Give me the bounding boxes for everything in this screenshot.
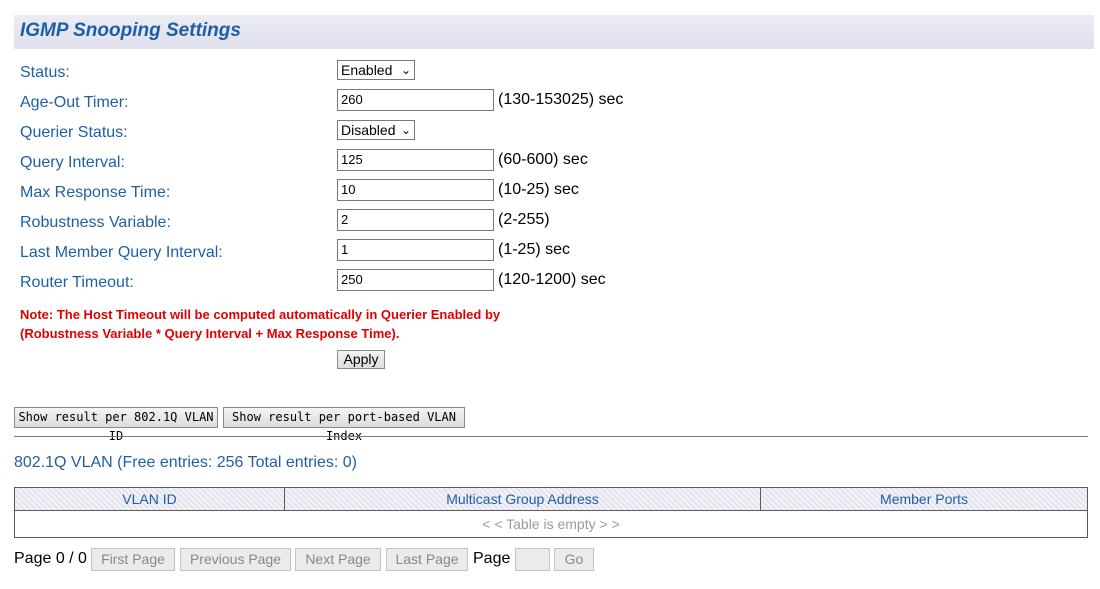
status-select[interactable]: Enabled ⌄ bbox=[337, 60, 415, 80]
multicast-table: VLAN ID Multicast Group Address Member P… bbox=[14, 487, 1088, 538]
age-out-hint: (130-153025) sec bbox=[498, 91, 624, 108]
last-member-input[interactable]: 1 bbox=[337, 239, 494, 261]
max-response-label: Max Response Time: bbox=[20, 184, 171, 201]
router-timeout-label: Router Timeout: bbox=[20, 274, 134, 291]
query-interval-hint: (60-600) sec bbox=[498, 151, 588, 168]
page-status: Page 0 / 0 bbox=[14, 550, 87, 567]
last-member-label: Last Member Query Interval: bbox=[20, 244, 223, 261]
status-label: Status: bbox=[20, 64, 70, 81]
last-member-hint: (1-25) sec bbox=[498, 241, 571, 258]
querier-select-value: Disabled bbox=[341, 122, 396, 138]
robustness-label: Robustness Variable: bbox=[20, 214, 171, 231]
page-title: IGMP Snooping Settings bbox=[20, 20, 241, 41]
query-interval-input[interactable]: 125 bbox=[337, 149, 494, 171]
previous-page-button[interactable]: Previous Page bbox=[180, 548, 291, 571]
chevron-down-icon: ⌄ bbox=[400, 123, 411, 137]
querier-status-label: Querier Status: bbox=[20, 124, 128, 141]
show-per-port-button[interactable]: Show result per port-based VLAN Index bbox=[223, 407, 465, 443]
title-bar: IGMP Snooping Settings bbox=[14, 15, 1094, 49]
max-response-input[interactable]: 10 bbox=[337, 179, 494, 201]
note-line-1: Note: The Host Timeout will be computed … bbox=[20, 307, 501, 322]
first-page-button[interactable]: First Page bbox=[91, 548, 175, 571]
robustness-input[interactable]: 2 bbox=[337, 209, 494, 231]
vlan-heading: 802.1Q VLAN (Free entries: 256 Total ent… bbox=[14, 454, 357, 471]
router-timeout-hint: (120-1200) sec bbox=[498, 271, 606, 288]
page-number-input[interactable] bbox=[515, 548, 550, 571]
query-interval-label: Query Interval: bbox=[20, 154, 125, 171]
column-member-ports: Member Ports bbox=[760, 487, 1088, 511]
table-row: < < Table is empty > > bbox=[14, 510, 1088, 538]
table-empty-message: < < Table is empty > > bbox=[14, 510, 1088, 538]
divider bbox=[14, 436, 1088, 437]
router-timeout-input[interactable]: 250 bbox=[337, 269, 494, 291]
note-line-2: (Robustness Variable * Query Interval + … bbox=[20, 326, 400, 341]
apply-button[interactable]: Apply bbox=[337, 350, 385, 369]
show-per-vlan-button[interactable]: Show result per 802.1Q VLAN ID bbox=[14, 407, 218, 443]
go-button[interactable]: Go bbox=[554, 548, 594, 571]
column-multicast-group: Multicast Group Address bbox=[284, 487, 761, 511]
table-header-row: VLAN ID Multicast Group Address Member P… bbox=[14, 487, 1088, 511]
max-response-hint: (10-25) sec bbox=[498, 181, 579, 198]
querier-status-select[interactable]: Disabled ⌄ bbox=[337, 120, 415, 140]
page-label: Page bbox=[473, 550, 511, 567]
robustness-hint: (2-255) bbox=[498, 211, 550, 228]
age-out-label: Age-Out Timer: bbox=[20, 94, 129, 111]
last-page-button[interactable]: Last Page bbox=[386, 548, 468, 571]
age-out-input[interactable]: 260 bbox=[337, 89, 494, 111]
next-page-button[interactable]: Next Page bbox=[295, 548, 381, 571]
status-select-value: Enabled bbox=[341, 62, 393, 78]
chevron-down-icon: ⌄ bbox=[400, 63, 411, 77]
column-vlan-id: VLAN ID bbox=[14, 487, 285, 511]
